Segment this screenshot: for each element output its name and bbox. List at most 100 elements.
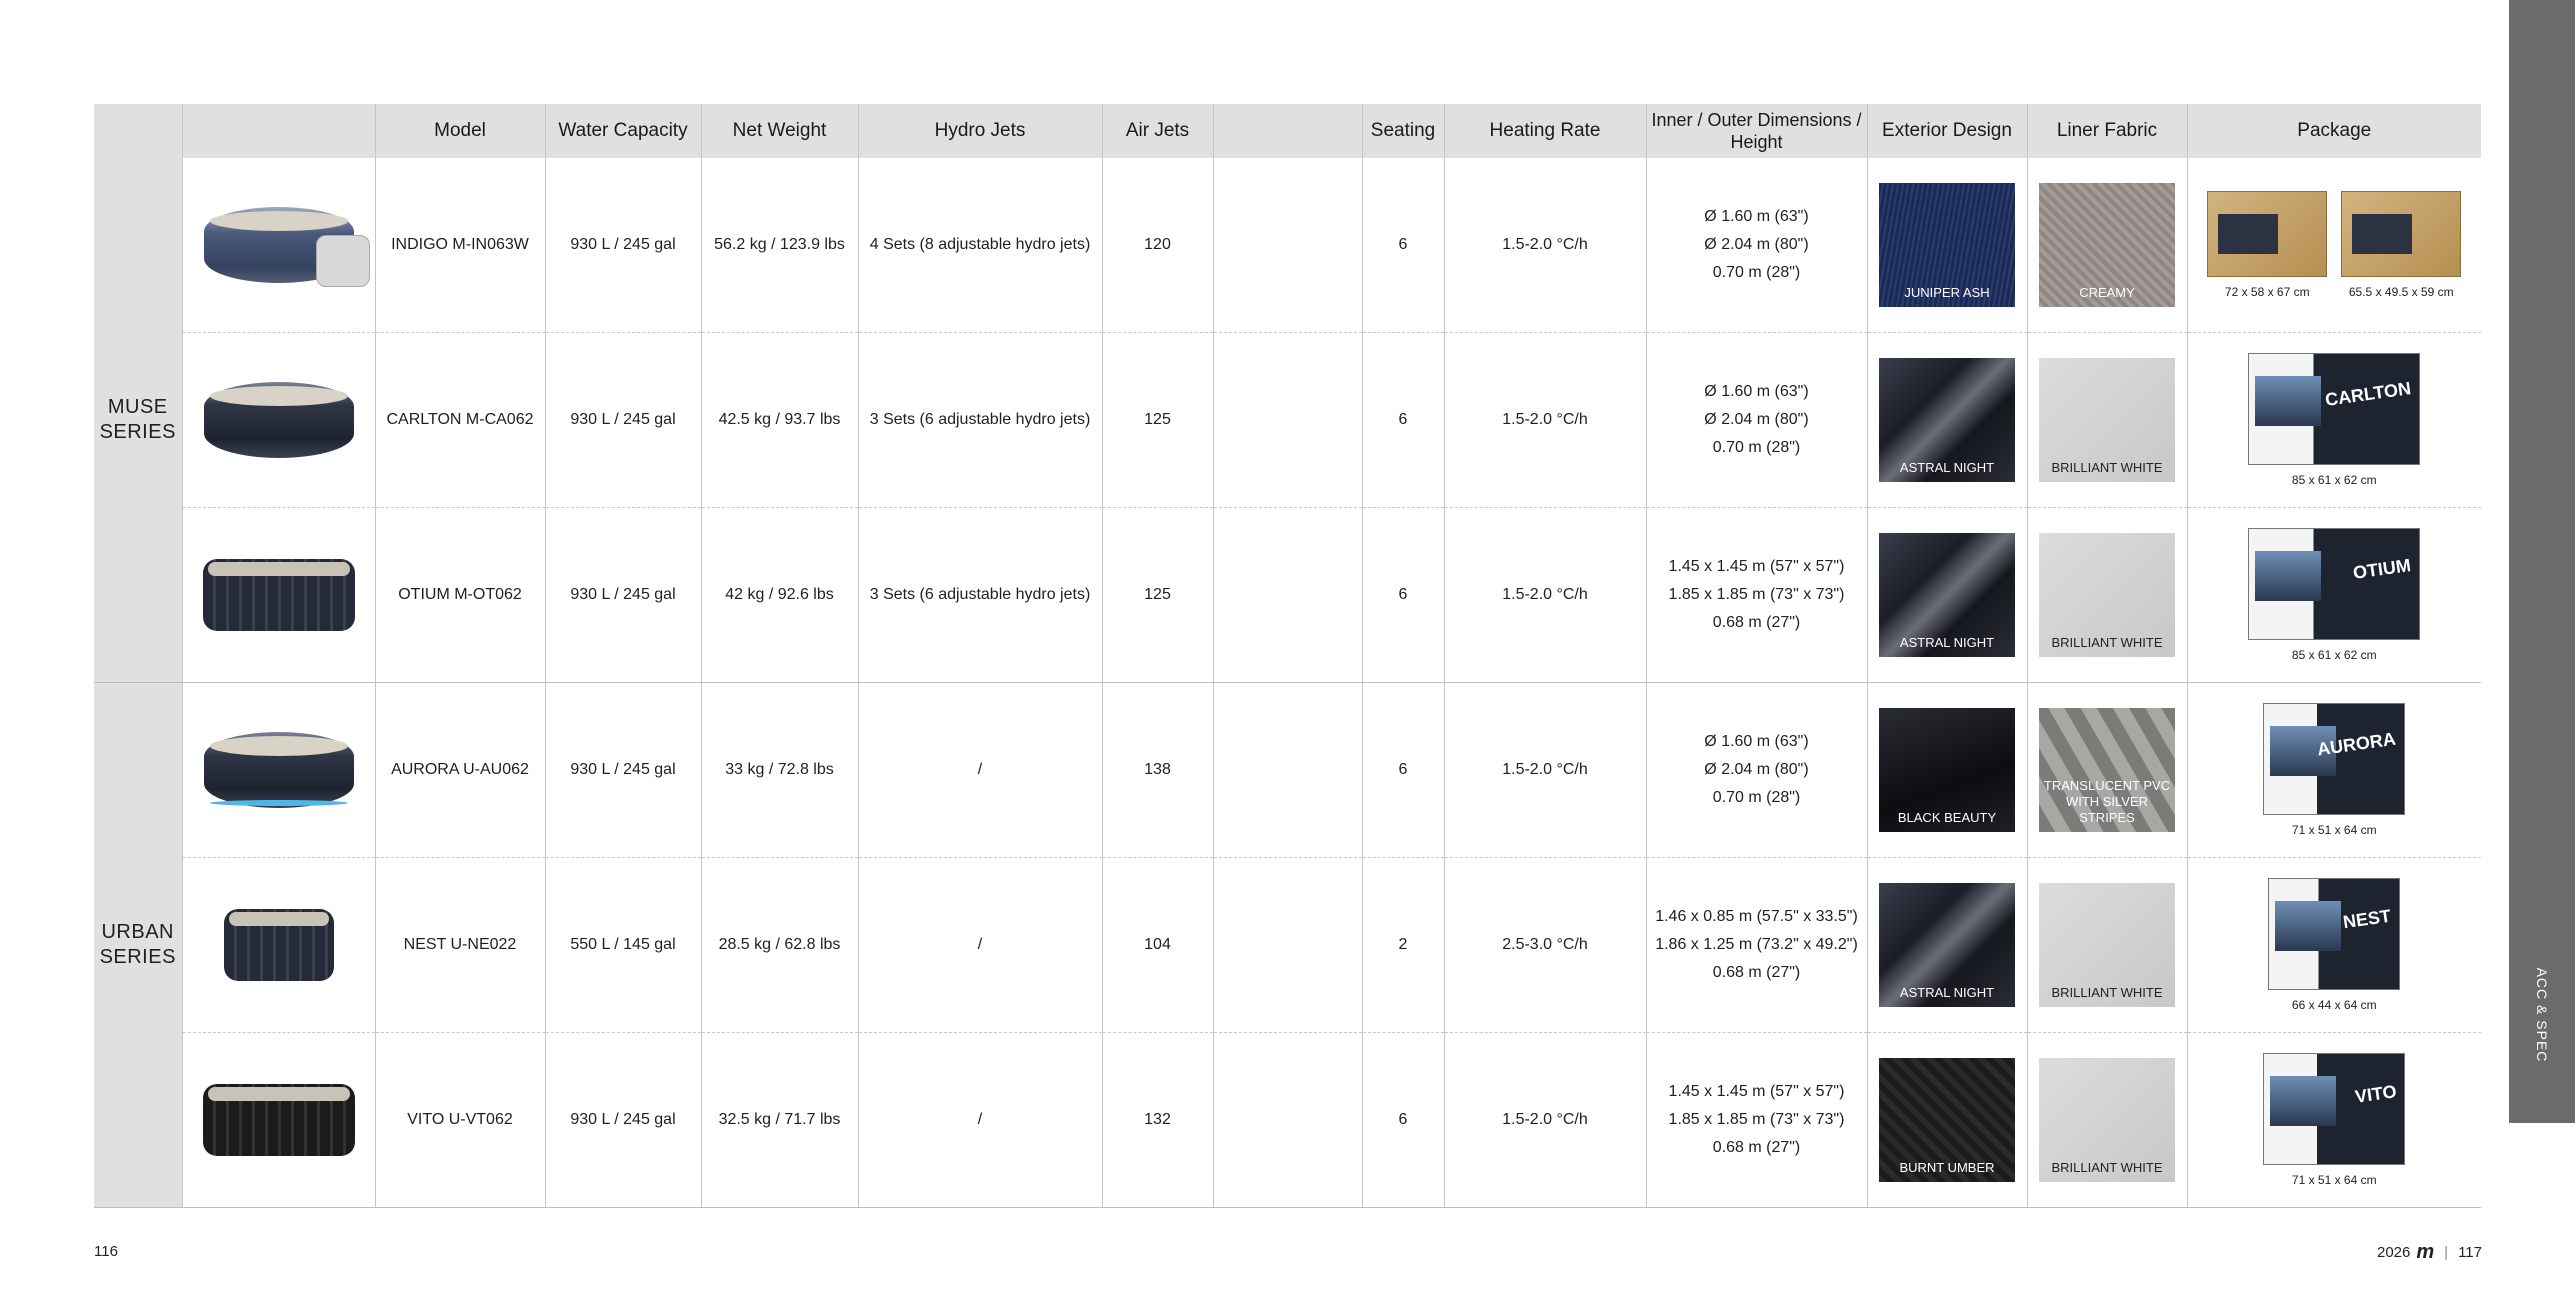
package-box-image: CARLTON: [2248, 353, 2421, 465]
water-capacity-cell: 930 L / 245 gal: [544, 1032, 701, 1208]
liner-swatch: BRILLIANT WHITE: [2039, 883, 2175, 1007]
net-weight-cell: 33 kg / 72.8 lbs: [700, 682, 858, 858]
model-cell: CARLTON M-CA062: [374, 332, 545, 508]
air-jets-cell: 120: [1101, 158, 1213, 333]
product-image-cell: [181, 507, 375, 683]
model-cell: NEST U-NE022: [374, 857, 545, 1033]
air-jets-cell: 104: [1101, 857, 1213, 1033]
package-dimensions: 72 x 58 x 67 cm: [2224, 285, 2310, 299]
liner-swatch-label: BRILLIANT WHITE: [2051, 1160, 2163, 1175]
water-capacity-cell: 930 L / 245 gal: [544, 682, 701, 858]
water-capacity-cell: 930 L / 245 gal: [544, 332, 701, 508]
inner-dimension: 1.45 x 1.45 m (57" x 57"): [1668, 558, 1845, 575]
header-water-capacity: Water Capacity: [544, 104, 701, 158]
exterior-swatch: ASTRAL NIGHT: [1879, 883, 2015, 1007]
inner-dimension: Ø 1.60 m (63"): [1704, 383, 1809, 400]
product-image-cell: [181, 332, 375, 508]
exterior-swatch-label: BLACK BEAUTY: [1897, 810, 1997, 825]
exterior-swatch: ASTRAL NIGHT: [1879, 533, 2015, 657]
liner-label-line1: TRANSLUCENT PVC: [2043, 778, 2171, 793]
package-cell: CARLTON 85 x 61 x 62 cm: [2186, 332, 2481, 508]
package-cell: NEST 66 x 44 x 64 cm: [2186, 857, 2481, 1033]
product-image-cell: [181, 857, 375, 1033]
inner-dimension: 1.46 x 0.85 m (57.5" x 33.5"): [1655, 908, 1858, 925]
outer-dimension: 1.85 x 1.85 m (73" x 73"): [1668, 586, 1845, 603]
product-image-carlton: [203, 382, 354, 458]
seating-cell: 6: [1361, 332, 1444, 508]
footer-year: 2026: [2377, 1244, 2411, 1261]
product-image-vito: [202, 1084, 355, 1156]
header-image: [181, 104, 375, 158]
exterior-swatch: JUNIPER ASH: [1879, 183, 2015, 307]
header-row: Model Water Capacity Net Weight Hydro Je…: [94, 104, 2481, 158]
header-seating: Seating: [1361, 104, 1444, 158]
page-number-left: 116: [94, 1243, 118, 1260]
liner-swatch-label: TRANSLUCENT PVC WITH SILVER STRIPES: [2039, 778, 2175, 826]
net-weight-cell: 42.5 kg / 93.7 lbs: [700, 332, 858, 508]
package-box-image: [2341, 191, 2462, 277]
header-model: Model: [374, 104, 545, 158]
section-side-tab-label: ACC & SPEC: [2534, 967, 2550, 1063]
header-heating-rate: Heating Rate: [1443, 104, 1646, 158]
pump-unit: [315, 235, 370, 287]
exterior-design-cell: ASTRAL NIGHT: [1866, 507, 2027, 683]
dimensions-cell: Ø 1.60 m (63") Ø 2.04 m (80") 0.70 m (28…: [1645, 682, 1867, 858]
exterior-swatch-label: ASTRAL NIGHT: [1899, 985, 1995, 1000]
air-jets-cell: 138: [1101, 682, 1213, 858]
header-net-weight: Net Weight: [700, 104, 858, 158]
brand-logo: m: [2416, 1241, 2435, 1263]
liner-fabric-cell: BRILLIANT WHITE: [2026, 857, 2187, 1033]
exterior-swatch-label: BURNT UMBER: [1899, 1160, 1995, 1175]
dimensions-cell: 1.45 x 1.45 m (57" x 57") 1.85 x 1.85 m …: [1645, 507, 1867, 683]
package-dimensions: 85 x 61 x 62 cm: [2291, 648, 2377, 662]
air-jets-cell: 125: [1101, 507, 1213, 683]
product-image-cell: [181, 158, 375, 333]
model-cell: INDIGO M-IN063W: [374, 158, 545, 333]
outer-dimension: 1.86 x 1.25 m (73.2" x 49.2"): [1655, 936, 1858, 953]
exterior-design-cell: ASTRAL NIGHT: [1866, 332, 2027, 508]
product-image-otium: [202, 559, 355, 631]
product-image-cell: [181, 682, 375, 858]
hydro-jets-cell: 3 Sets (6 adjustable hydro jets): [857, 332, 1102, 508]
outer-dimension: 1.85 x 1.85 m (73" x 73"): [1668, 1111, 1845, 1128]
heating-rate-cell: 1.5-2.0 °C/h: [1443, 158, 1646, 333]
air-jets-cell: 132: [1101, 1032, 1213, 1208]
header-series: [94, 104, 182, 158]
seating-cell: 6: [1361, 1032, 1444, 1208]
outer-dimension: Ø 2.04 m (80"): [1704, 236, 1809, 253]
package-box-image: AURORA: [2263, 703, 2406, 815]
package-box-image: VITO: [2263, 1053, 2406, 1165]
hydro-jets-cell: 3 Sets (6 adjustable hydro jets): [857, 507, 1102, 683]
product-image-nest: [223, 909, 334, 981]
water-capacity-cell: 930 L / 245 gal: [544, 158, 701, 333]
height-dimension: 0.70 m (28"): [1712, 789, 1801, 806]
net-weight-cell: 28.5 kg / 62.8 lbs: [700, 857, 858, 1033]
package-cell: VITO 71 x 51 x 64 cm: [2186, 1032, 2481, 1208]
model-cell: VITO U-VT062: [374, 1032, 545, 1208]
exterior-swatch-label: ASTRAL NIGHT: [1899, 635, 1995, 650]
liner-fabric-cell: CREAMY: [2026, 158, 2187, 333]
header-hydro-jets: Hydro Jets: [857, 104, 1102, 158]
header-air-jets: Air Jets: [1101, 104, 1213, 158]
heating-rate-cell: 2.5-3.0 °C/h: [1443, 857, 1646, 1033]
package-dimensions: 71 x 51 x 64 cm: [2291, 823, 2377, 837]
water-capacity-cell: 930 L / 245 gal: [544, 507, 701, 683]
package-box-name: NEST: [2342, 905, 2393, 933]
exterior-design-cell: BURNT UMBER: [1866, 1032, 2027, 1208]
footer-separator: |: [2444, 1244, 2449, 1261]
hydro-jets-cell: /: [857, 857, 1102, 1033]
height-dimension: 0.68 m (27"): [1712, 614, 1801, 631]
exterior-design-cell: JUNIPER ASH: [1866, 158, 2027, 333]
package-box-name: AURORA: [2316, 728, 2398, 760]
hydro-jets-cell: /: [857, 1032, 1102, 1208]
net-weight-cell: 56.2 kg / 123.9 lbs: [700, 158, 858, 333]
header-exterior-design: Exterior Design: [1866, 104, 2027, 158]
package-dimensions: 71 x 51 x 64 cm: [2291, 1173, 2377, 1187]
height-dimension: 0.68 m (27"): [1712, 1139, 1801, 1156]
dimensions-cell: 1.46 x 0.85 m (57.5" x 33.5") 1.86 x 1.2…: [1645, 857, 1867, 1033]
air-jets-cell: 125: [1101, 332, 1213, 508]
blank-cell: [1212, 682, 1362, 858]
package-box-image: NEST: [2268, 878, 2401, 990]
header-package: Package: [2186, 104, 2481, 158]
dimensions-cell: Ø 1.60 m (63") Ø 2.04 m (80") 0.70 m (28…: [1645, 332, 1867, 508]
